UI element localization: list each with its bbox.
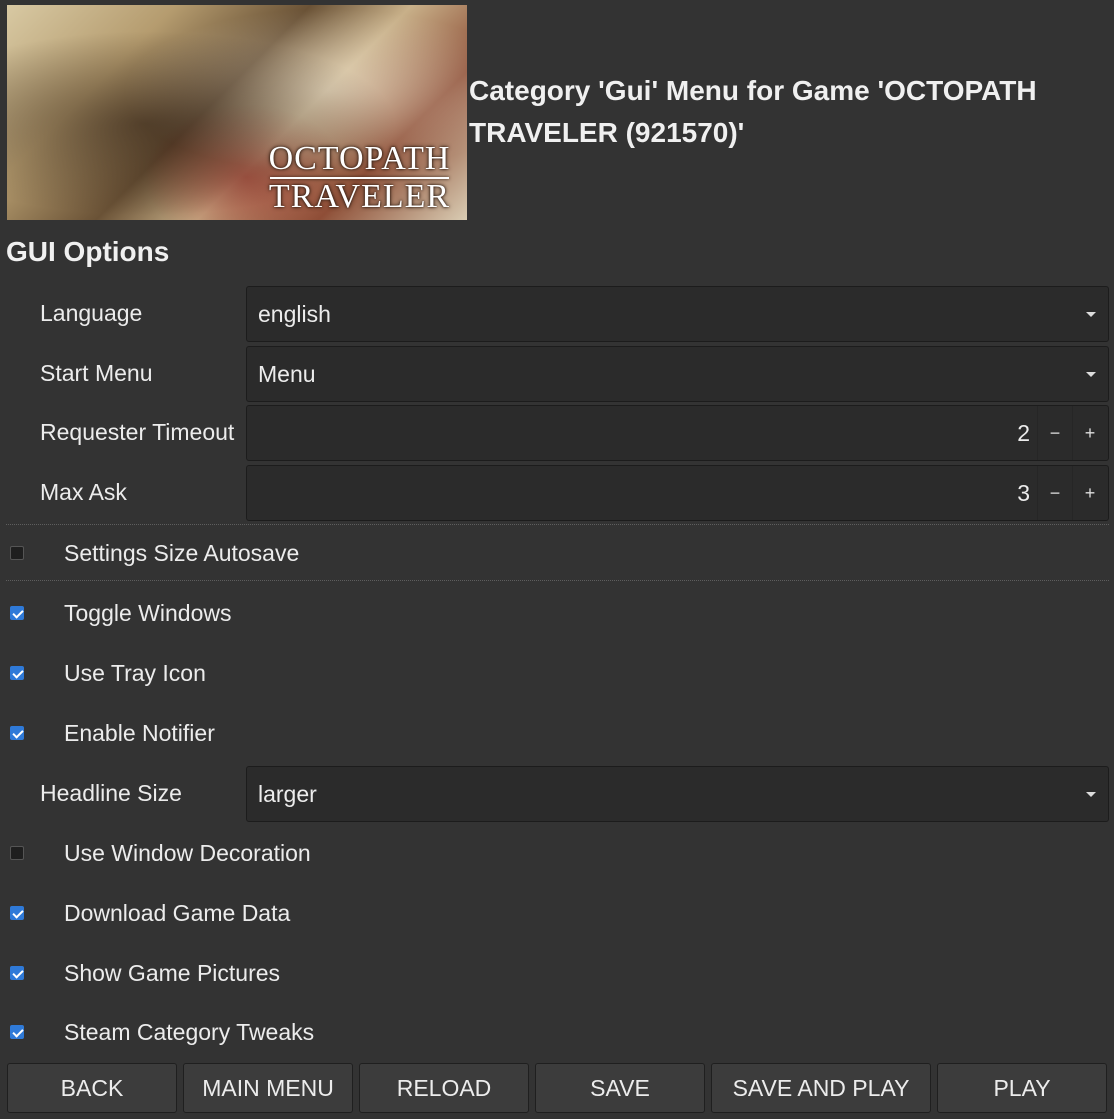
use-window-decoration-row: Use Window Decoration	[0, 826, 1114, 882]
toggle-windows-row: Toggle Windows	[0, 586, 1114, 642]
headline-size-value: larger	[258, 781, 317, 807]
increment-button[interactable]: +	[1073, 406, 1107, 460]
steam-category-tweaks-row: Steam Category Tweaks	[0, 1005, 1114, 1061]
decrement-button[interactable]: −	[1038, 466, 1072, 520]
use-tray-icon-label[interactable]: Use Tray Icon	[64, 660, 206, 687]
start-menu-dropdown[interactable]: Menu	[246, 346, 1109, 402]
settings-size-autosave-row: Settings Size Autosave	[0, 526, 1114, 582]
max-ask-value[interactable]: 3	[1017, 480, 1030, 507]
divider	[6, 524, 1109, 525]
increment-button[interactable]: +	[1073, 466, 1107, 520]
game-cover-image: OCTOPATH TRAVELER	[7, 5, 467, 220]
start-menu-label: Start Menu	[40, 360, 153, 386]
start-menu-value: Menu	[258, 361, 316, 387]
steam-category-tweaks-label[interactable]: Steam Category Tweaks	[64, 1019, 314, 1046]
language-value: english	[258, 301, 331, 327]
requester-timeout-spinbox[interactable]: 2 − +	[246, 405, 1109, 461]
reload-button[interactable]: RELOAD	[359, 1063, 529, 1113]
section-title: GUI Options	[6, 236, 170, 267]
toggle-windows-checkbox[interactable]	[10, 606, 24, 620]
steam-category-tweaks-checkbox[interactable]	[10, 1025, 24, 1039]
play-button[interactable]: PLAY	[937, 1063, 1107, 1113]
toggle-windows-label[interactable]: Toggle Windows	[64, 600, 231, 627]
settings-size-autosave-label[interactable]: Settings Size Autosave	[64, 540, 299, 567]
headline-size-row: Headline Size larger	[0, 766, 1114, 822]
enable-notifier-checkbox[interactable]	[10, 726, 24, 740]
game-logo: OCTOPATH TRAVELER	[268, 140, 451, 215]
start-menu-row: Start Menu Menu	[0, 346, 1114, 402]
show-game-pictures-label[interactable]: Show Game Pictures	[64, 960, 280, 987]
use-tray-icon-checkbox[interactable]	[10, 666, 24, 680]
divider	[6, 580, 1109, 581]
use-window-decoration-checkbox[interactable]	[10, 846, 24, 860]
save-button[interactable]: SAVE	[535, 1063, 705, 1113]
download-game-data-checkbox[interactable]	[10, 906, 24, 920]
back-button[interactable]: BACK	[7, 1063, 177, 1113]
main-menu-button[interactable]: MAIN MENU	[183, 1063, 353, 1113]
language-row: Language english	[0, 286, 1114, 342]
show-game-pictures-row: Show Game Pictures	[0, 946, 1114, 1002]
settings-size-autosave-checkbox[interactable]	[10, 546, 24, 560]
language-dropdown[interactable]: english	[246, 286, 1109, 342]
chevron-down-icon	[1086, 312, 1096, 317]
download-game-data-row: Download Game Data	[0, 886, 1114, 942]
decrement-button[interactable]: −	[1038, 406, 1072, 460]
requester-timeout-label: Requester Timeout	[40, 419, 235, 445]
max-ask-label: Max Ask	[40, 479, 127, 505]
requester-timeout-value[interactable]: 2	[1017, 420, 1030, 447]
chevron-down-icon	[1086, 792, 1096, 797]
max-ask-row: Max Ask 3 − +	[0, 465, 1114, 521]
headline-size-label: Headline Size	[40, 780, 182, 806]
save-and-play-button[interactable]: SAVE AND PLAY	[711, 1063, 931, 1113]
requester-timeout-row: Requester Timeout 2 − +	[0, 405, 1114, 461]
chevron-down-icon	[1086, 372, 1096, 377]
use-tray-icon-row: Use Tray Icon	[0, 646, 1114, 702]
language-label: Language	[40, 300, 143, 326]
enable-notifier-label[interactable]: Enable Notifier	[64, 720, 215, 747]
headline-size-dropdown[interactable]: larger	[246, 766, 1109, 822]
use-window-decoration-label[interactable]: Use Window Decoration	[64, 840, 311, 867]
download-game-data-label[interactable]: Download Game Data	[64, 900, 290, 927]
page-title: Category 'Gui' Menu for Game 'OCTOPATH T…	[469, 75, 1037, 148]
show-game-pictures-checkbox[interactable]	[10, 966, 24, 980]
enable-notifier-row: Enable Notifier	[0, 706, 1114, 762]
max-ask-spinbox[interactable]: 3 − +	[246, 465, 1109, 521]
